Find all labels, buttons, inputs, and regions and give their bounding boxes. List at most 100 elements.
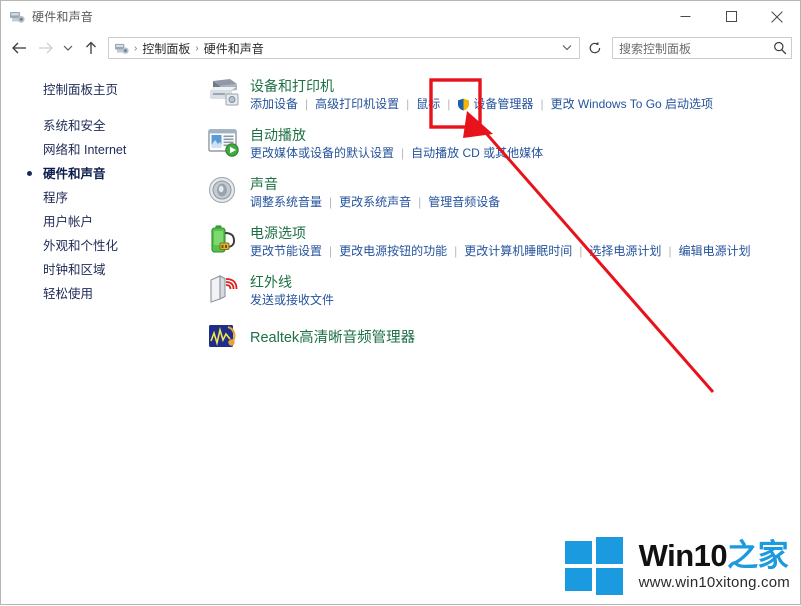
title-bar: 硬件和声音 bbox=[1, 1, 800, 32]
watermark: Win10之家 www.win10xitong.com bbox=[563, 534, 790, 596]
sidebar-item-appearance-and-personalization[interactable]: 外观和个性化 bbox=[1, 234, 206, 258]
category-body: 自动播放 更改媒体或设备的默认设置 | 自动播放 CD 或其他媒体 bbox=[250, 125, 543, 161]
address-chevron-down-icon[interactable] bbox=[562, 43, 575, 53]
breadcrumb-separator: › bbox=[195, 42, 199, 54]
search-input[interactable]: 搜索控制面板 bbox=[619, 40, 773, 57]
link-change-when-computer-sleeps[interactable]: 更改计算机睡眠时间 bbox=[464, 243, 572, 259]
watermark-url: www.win10xitong.com bbox=[638, 574, 790, 591]
link-device-manager[interactable]: 设备管理器 bbox=[473, 96, 533, 112]
category-links: 添加设备 | 高级打印机设置 | 鼠标 | 设备管理器 | 更改 Windows… bbox=[250, 96, 713, 112]
link-separator: | bbox=[454, 244, 458, 258]
window-controls bbox=[662, 1, 800, 32]
category-body: 声音 调整系统音量 | 更改系统声音 | 管理音频设备 bbox=[250, 174, 500, 210]
watermark-brand-main: Win10 bbox=[638, 538, 728, 573]
breadcrumb-item-hardware-and-sound[interactable]: 硬件和声音 bbox=[201, 40, 267, 57]
link-separator: | bbox=[406, 97, 410, 111]
sidebar-item-network-and-internet[interactable]: 网络和 Internet bbox=[1, 138, 206, 162]
category-title[interactable]: 自动播放 bbox=[250, 126, 543, 144]
category-devices-and-printers: 设备和打印机 添加设备 | 高级打印机设置 | 鼠标 | 设备管理器 | 更改 … bbox=[206, 76, 800, 112]
link-change-system-sounds[interactable]: 更改系统声音 bbox=[339, 194, 411, 210]
category-body: 电源选项 更改节能设置 | 更改电源按钮的功能 | 更改计算机睡眠时间 | 选择… bbox=[250, 223, 751, 259]
shield-icon bbox=[457, 98, 470, 111]
category-infrared: 红外线 发送或接收文件 bbox=[206, 272, 800, 308]
breadcrumb-separator: › bbox=[134, 42, 138, 54]
link-mouse[interactable]: 鼠标 bbox=[416, 96, 440, 112]
link-change-default-settings-for-media[interactable]: 更改媒体或设备的默认设置 bbox=[250, 145, 394, 161]
link-adjust-system-volume[interactable]: 调整系统音量 bbox=[250, 194, 322, 210]
sidebar-item-hardware-and-sound[interactable]: 硬件和声音 bbox=[1, 162, 206, 186]
link-edit-power-plan[interactable]: 编辑电源计划 bbox=[679, 243, 751, 259]
hardware-sound-icon bbox=[9, 9, 26, 25]
link-separator: | bbox=[329, 244, 333, 258]
recent-locations-chevron-down-icon[interactable] bbox=[59, 36, 77, 60]
sidebar-item-user-accounts[interactable]: 用户帐户 bbox=[1, 210, 206, 234]
link-choose-power-plan[interactable]: 选择电源计划 bbox=[589, 243, 661, 259]
link-separator: | bbox=[305, 97, 309, 111]
title-bar-left: 硬件和声音 bbox=[1, 8, 93, 25]
link-manage-audio-devices[interactable]: 管理音频设备 bbox=[428, 194, 500, 210]
link-separator: | bbox=[418, 195, 422, 209]
window-title: 硬件和声音 bbox=[32, 10, 94, 24]
sidebar: 控制面板主页 系统和安全 网络和 Internet 硬件和声音 程序 用户帐户 … bbox=[1, 64, 206, 604]
sound-icon bbox=[206, 174, 242, 208]
sidebar-item-ease-of-access[interactable]: 轻松使用 bbox=[1, 282, 206, 306]
address-toolbar: › 控制面板 › 硬件和声音 搜索控制面板 bbox=[1, 32, 800, 64]
address-bar[interactable]: › 控制面板 › 硬件和声音 bbox=[108, 37, 580, 59]
link-separator: | bbox=[447, 97, 451, 111]
back-button[interactable] bbox=[7, 36, 31, 60]
link-advanced-printer-settings[interactable]: 高级打印机设置 bbox=[315, 96, 399, 112]
power-icon bbox=[206, 223, 242, 257]
link-play-cds-or-other-media[interactable]: 自动播放 CD 或其他媒体 bbox=[411, 145, 543, 161]
category-links: 更改节能设置 | 更改电源按钮的功能 | 更改计算机睡眠时间 | 选择电源计划 … bbox=[250, 243, 751, 259]
link-separator: | bbox=[668, 244, 672, 258]
control-panel-window: 硬件和声音 › 控制面板 › 硬件和声音 搜索控制面板 控制面板主页 系统和安全… bbox=[0, 0, 801, 605]
up-button[interactable] bbox=[79, 36, 103, 60]
link-separator: | bbox=[401, 146, 405, 160]
watermark-text: Win10之家 www.win10xitong.com bbox=[638, 539, 790, 592]
windows-logo-icon bbox=[563, 534, 625, 596]
category-title[interactable]: 红外线 bbox=[250, 273, 334, 291]
printer-icon bbox=[206, 76, 242, 110]
search-icon bbox=[773, 41, 787, 55]
category-body: Realtek高清晰音频管理器 bbox=[250, 321, 415, 348]
category-power-options: 电源选项 更改节能设置 | 更改电源按钮的功能 | 更改计算机睡眠时间 | 选择… bbox=[206, 223, 800, 259]
maximize-button[interactable] bbox=[708, 1, 754, 32]
category-realtek-audio-manager: Realtek高清晰音频管理器 bbox=[206, 321, 800, 355]
sidebar-item-clock-and-region[interactable]: 时钟和区域 bbox=[1, 258, 206, 282]
category-body: 设备和打印机 添加设备 | 高级打印机设置 | 鼠标 | 设备管理器 | 更改 … bbox=[250, 76, 713, 112]
sidebar-item-programs[interactable]: 程序 bbox=[1, 186, 206, 210]
category-links: 更改媒体或设备的默认设置 | 自动播放 CD 或其他媒体 bbox=[250, 145, 543, 161]
link-send-or-receive-file[interactable]: 发送或接收文件 bbox=[250, 292, 334, 308]
search-box[interactable]: 搜索控制面板 bbox=[612, 37, 792, 59]
realtek-icon bbox=[206, 321, 242, 355]
breadcrumb-item-control-panel[interactable]: 控制面板 bbox=[139, 40, 193, 57]
link-change-battery-settings[interactable]: 更改节能设置 bbox=[250, 243, 322, 259]
breadcrumb-hardware-icon bbox=[114, 41, 130, 56]
category-title[interactable]: Realtek高清晰音频管理器 bbox=[250, 322, 415, 347]
content-area: 控制面板主页 系统和安全 网络和 Internet 硬件和声音 程序 用户帐户 … bbox=[1, 64, 800, 604]
sidebar-item-home[interactable]: 控制面板主页 bbox=[1, 78, 206, 102]
category-body: 红外线 发送或接收文件 bbox=[250, 272, 334, 308]
category-list: 设备和打印机 添加设备 | 高级打印机设置 | 鼠标 | 设备管理器 | 更改 … bbox=[206, 64, 800, 604]
sidebar-item-system-and-security[interactable]: 系统和安全 bbox=[1, 114, 206, 138]
category-links: 调整系统音量 | 更改系统声音 | 管理音频设备 bbox=[250, 194, 500, 210]
refresh-button[interactable] bbox=[584, 37, 606, 59]
category-title[interactable]: 电源选项 bbox=[250, 224, 751, 242]
category-links: 发送或接收文件 bbox=[250, 292, 334, 308]
category-title[interactable]: 声音 bbox=[250, 175, 500, 193]
category-autoplay: 自动播放 更改媒体或设备的默认设置 | 自动播放 CD 或其他媒体 bbox=[206, 125, 800, 161]
watermark-brand-suffix: 之家 bbox=[727, 538, 789, 573]
autoplay-icon bbox=[206, 125, 242, 159]
link-separator: | bbox=[540, 97, 544, 111]
link-windows-to-go-startup-options[interactable]: 更改 Windows To Go 启动选项 bbox=[551, 96, 713, 112]
link-separator: | bbox=[579, 244, 583, 258]
link-change-what-power-buttons-do[interactable]: 更改电源按钮的功能 bbox=[339, 243, 447, 259]
watermark-brand: Win10之家 bbox=[639, 539, 790, 573]
forward-button[interactable] bbox=[33, 36, 57, 60]
category-sound: 声音 调整系统音量 | 更改系统声音 | 管理音频设备 bbox=[206, 174, 800, 210]
category-title[interactable]: 设备和打印机 bbox=[250, 77, 713, 95]
infrared-icon bbox=[206, 272, 242, 306]
minimize-button[interactable] bbox=[662, 1, 708, 32]
link-add-device[interactable]: 添加设备 bbox=[250, 96, 298, 112]
close-button[interactable] bbox=[754, 1, 800, 32]
